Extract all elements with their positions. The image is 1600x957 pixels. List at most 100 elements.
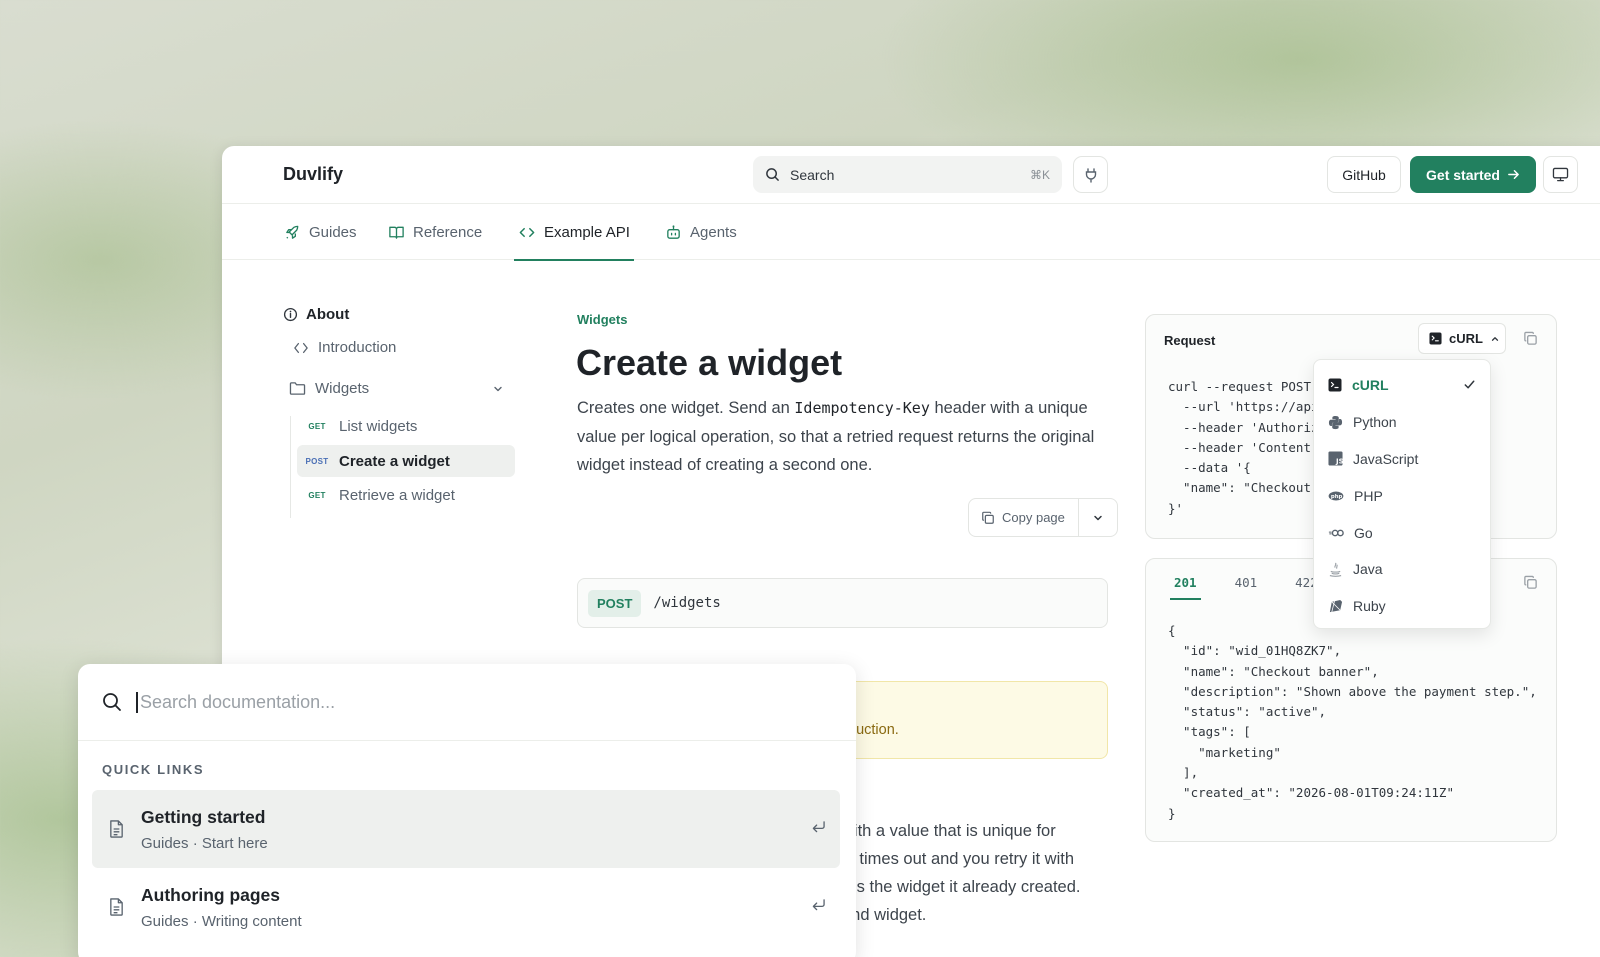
- quick-link-authoring-pages[interactable]: Authoring pages Guides · Writing content: [92, 868, 840, 946]
- palette-search-bar: Search documentation...: [78, 664, 856, 741]
- search-button[interactable]: Search ⌘K: [753, 156, 1062, 193]
- brand-logo[interactable]: Duvlify: [283, 164, 343, 185]
- body-line: ond widget.: [842, 906, 927, 924]
- section-tabs: Guides Reference Example API Agents: [222, 204, 1600, 261]
- tab-example-api[interactable]: Example API: [514, 204, 634, 261]
- sidebar-item-list-widgets[interactable]: GET List widgets: [297, 410, 515, 442]
- method-badge: POST: [305, 456, 329, 466]
- copy-page-options-button[interactable]: [1079, 512, 1117, 524]
- enter-key-icon: [812, 821, 825, 833]
- svg-text:php: php: [1331, 494, 1343, 500]
- javascript-icon: JS: [1328, 451, 1343, 466]
- inline-code: Idempotency-Key: [794, 399, 930, 417]
- language-option-label: Java: [1353, 561, 1383, 578]
- github-button[interactable]: GitHub: [1327, 156, 1401, 193]
- folder-icon: [289, 382, 306, 395]
- get-started-label: Get started: [1426, 166, 1500, 183]
- enter-key-icon: [812, 899, 825, 911]
- copy-page-split-button: Copy page: [968, 498, 1118, 537]
- go-icon: [1328, 529, 1344, 536]
- java-icon: [1329, 562, 1342, 577]
- chevron-down-icon: [1094, 515, 1102, 520]
- sidebar-group-label: Widgets: [315, 380, 370, 397]
- quick-link-getting-started[interactable]: Getting started Guides · Start here: [92, 790, 840, 868]
- sidebar-item-introduction[interactable]: Introduction: [293, 339, 396, 356]
- response-tab-201[interactable]: 201: [1164, 573, 1207, 600]
- check-icon: [1464, 380, 1475, 389]
- copy-icon: [982, 511, 994, 524]
- language-option-python[interactable]: Python: [1314, 404, 1490, 441]
- chevron-up-icon: [1491, 336, 1499, 341]
- lede-text: Creates one widget. Send an: [577, 399, 795, 417]
- copy-page-label: Copy page: [1002, 510, 1065, 525]
- rocket-icon: [286, 225, 299, 239]
- copy-page-button[interactable]: Copy page: [969, 499, 1079, 536]
- plug-icon: [1085, 167, 1096, 183]
- request-code: curl --request POST \ --url 'https://api…: [1168, 379, 1334, 516]
- sidebar-heading-label: About: [306, 306, 350, 323]
- quick-link-subtitle: Guides · Start here: [141, 834, 268, 852]
- sidebar-tree-line: [290, 416, 291, 518]
- tab-guides[interactable]: Guides: [284, 204, 357, 260]
- ai-assistant-button[interactable]: [1073, 156, 1108, 193]
- sidebar-item-label: Retrieve a widget: [339, 486, 455, 504]
- language-select-label: cURL: [1449, 331, 1483, 346]
- sidebar-item-label: Introduction: [318, 339, 397, 356]
- method-badge: GET: [308, 490, 326, 500]
- language-option-java[interactable]: Java: [1314, 551, 1490, 588]
- language-option-php[interactable]: php PHP: [1314, 477, 1490, 514]
- palette-search-input[interactable]: Search documentation...: [136, 691, 335, 713]
- response-code: { "id": "wid_01HQ8ZK7", "name": "Checkou…: [1168, 623, 1537, 821]
- endpoint-method-badge: POST: [588, 589, 642, 617]
- tab-label: Reference: [413, 223, 483, 241]
- copy-icon[interactable]: [1523, 331, 1538, 346]
- page-description: Creates one widget. Send an Idempotency-…: [577, 394, 1107, 480]
- ruby-icon: [1329, 599, 1343, 612]
- python-icon: [1328, 415, 1343, 429]
- sidebar-item-create-widget[interactable]: POST Create a widget: [297, 445, 515, 477]
- command-palette: Search documentation... QUICK LINKS Gett…: [78, 664, 856, 957]
- top-bar: Duvlify Search ⌘K GitHub Get started: [222, 146, 1600, 204]
- terminal-icon: [1429, 332, 1442, 345]
- language-option-javascript[interactable]: JS JavaScript: [1314, 441, 1490, 478]
- info-icon: [283, 307, 298, 322]
- sidebar-item-retrieve-widget[interactable]: GET Retrieve a widget: [297, 479, 515, 511]
- language-select-button[interactable]: cURL: [1418, 323, 1506, 354]
- request-title: Request: [1164, 333, 1216, 348]
- quick-links-heading: QUICK LINKS: [102, 762, 205, 777]
- search-icon: [766, 168, 779, 181]
- code-icon: [294, 342, 308, 353]
- response-status-tabs: 201 401 422: [1164, 573, 1328, 600]
- copy-icon[interactable]: [1523, 575, 1538, 590]
- language-dropdown: cURL Python JS JavaScript php PHP Go Jav…: [1313, 359, 1491, 629]
- language-option-go[interactable]: Go: [1314, 514, 1490, 551]
- endpoint-bar: POST /widgets: [577, 578, 1108, 628]
- sidebar-item-label: Create a widget: [339, 452, 450, 470]
- language-option-label: Ruby: [1353, 598, 1386, 615]
- search-label: Search: [790, 166, 835, 183]
- method-badge: GET: [308, 421, 326, 431]
- body-paragraph: with a value that is unique for st times…: [842, 817, 1122, 929]
- body-line: with a value that is unique for: [842, 822, 1056, 840]
- language-option-label: Python: [1353, 414, 1397, 431]
- body-line: rns the widget it already created.: [842, 878, 1081, 896]
- quick-link-title: Authoring pages: [141, 884, 281, 905]
- theme-toggle-button[interactable]: [1543, 156, 1578, 193]
- document-icon: [110, 898, 123, 916]
- sidebar-heading-about[interactable]: About: [283, 306, 349, 323]
- sidebar-group-widgets[interactable]: Widgets: [289, 380, 504, 397]
- monitor-icon: [1552, 167, 1569, 182]
- response-tab-401[interactable]: 401: [1225, 573, 1268, 600]
- php-icon: php: [1328, 491, 1344, 501]
- get-started-button[interactable]: Get started: [1410, 156, 1536, 193]
- language-option-label: JavaScript: [1353, 450, 1419, 467]
- language-option-curl[interactable]: cURL: [1314, 367, 1490, 404]
- page-eyebrow: Widgets: [577, 312, 628, 327]
- page-title: Create a widget: [576, 342, 843, 383]
- language-option-ruby[interactable]: Ruby: [1314, 588, 1490, 625]
- robot-icon: [667, 224, 680, 239]
- tab-reference[interactable]: Reference: [388, 204, 482, 260]
- sidebar-item-label: List widgets: [339, 417, 418, 435]
- language-option-label: cURL: [1352, 377, 1389, 394]
- tab-agents[interactable]: Agents: [665, 204, 737, 260]
